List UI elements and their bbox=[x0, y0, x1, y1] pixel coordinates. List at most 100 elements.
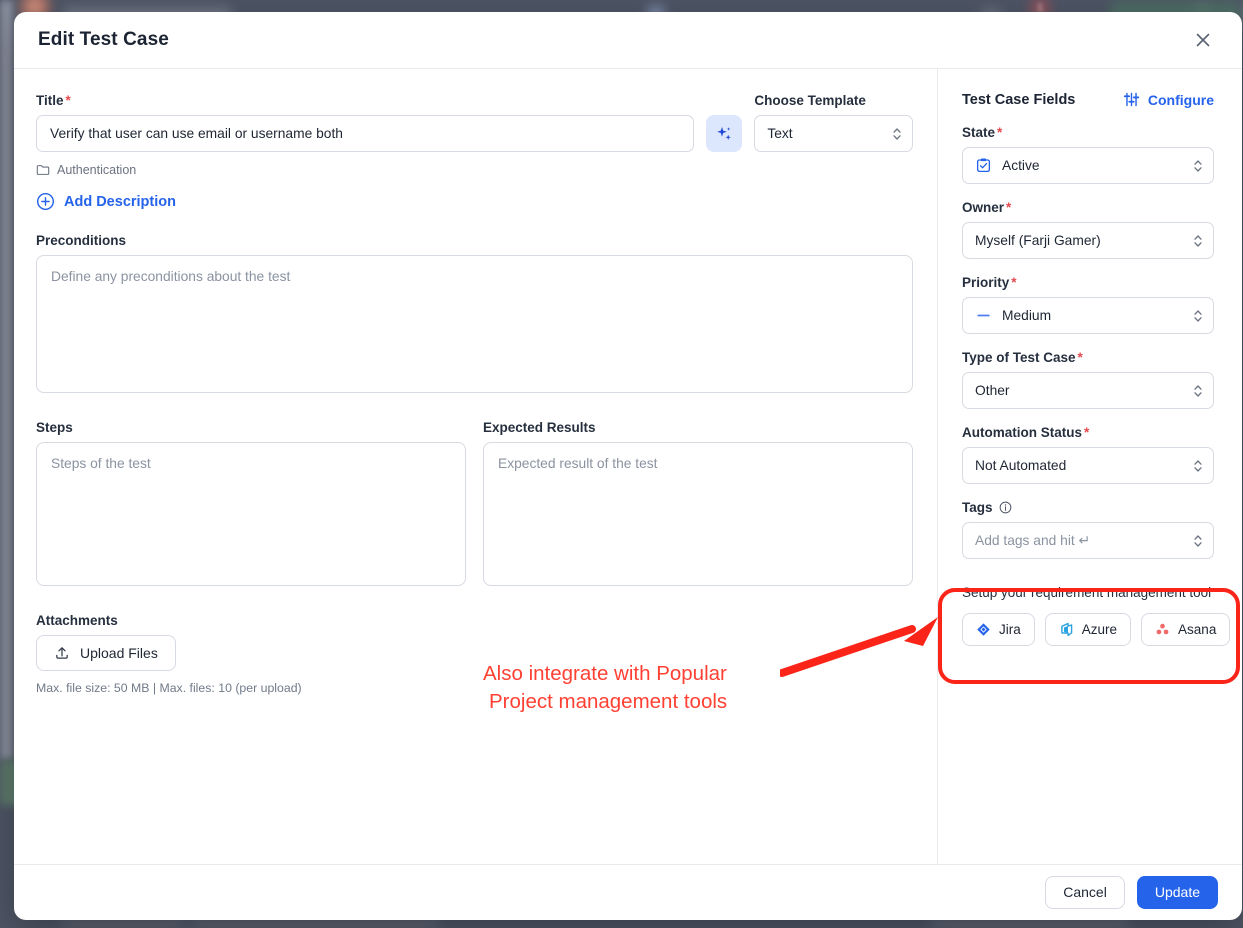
template-select-wrap: Text bbox=[754, 115, 913, 152]
plus-circle-icon bbox=[36, 192, 55, 211]
upload-files-label: Upload Files bbox=[80, 645, 158, 661]
state-select[interactable]: Active bbox=[962, 147, 1214, 184]
folder-icon bbox=[36, 165, 50, 175]
upload-icon bbox=[56, 647, 68, 659]
steps-label: Steps bbox=[36, 420, 73, 435]
priority-label-text: Priority bbox=[962, 275, 1010, 290]
configure-button[interactable]: Configure bbox=[1123, 91, 1214, 108]
priority-value: Medium bbox=[1002, 308, 1052, 323]
preconditions-label: Preconditions bbox=[36, 233, 127, 248]
required-marker: * bbox=[1077, 350, 1083, 365]
fields-panel-title: Test Case Fields bbox=[962, 91, 1076, 108]
integration-buttons: Jira Azure Asana bbox=[962, 612, 1231, 646]
dialog-body: Title* Choose Template Text bbox=[14, 69, 1242, 864]
tags-label: Tags bbox=[962, 500, 1214, 515]
test-case-fields-pane: Test Case Fields Configure State * Activ… bbox=[938, 69, 1242, 864]
azure-devops-icon bbox=[1060, 622, 1073, 636]
automation-select-wrap: Not Automated bbox=[962, 447, 1214, 484]
required-marker: * bbox=[997, 125, 1003, 140]
page-title: Edit Test Case bbox=[38, 29, 169, 50]
preconditions-input[interactable] bbox=[36, 255, 913, 393]
annotation-line-1: Also integrate with Popular bbox=[483, 662, 727, 685]
priority-field: Priority * Medium bbox=[962, 275, 1214, 334]
automation-value: Not Automated bbox=[975, 458, 1067, 473]
owner-value: Myself (Farji Gamer) bbox=[975, 233, 1101, 248]
azure-integration-button[interactable]: Azure bbox=[1044, 612, 1132, 646]
automation-select[interactable]: Not Automated bbox=[962, 447, 1214, 484]
state-label-text: State bbox=[962, 125, 996, 140]
info-icon bbox=[999, 501, 1011, 514]
automation-label-text: Automation Status bbox=[962, 425, 1082, 440]
tags-select-wrap: Add tags and hit ↵ bbox=[962, 522, 1214, 559]
type-label-text: Type of Test Case bbox=[962, 350, 1076, 365]
state-value-group: Active bbox=[975, 157, 1040, 174]
clipboard-check-icon bbox=[976, 158, 991, 173]
template-select[interactable]: Text bbox=[754, 115, 913, 152]
state-value: Active bbox=[1002, 158, 1040, 173]
close-icon[interactable] bbox=[1188, 25, 1218, 55]
type-select-wrap: Other bbox=[962, 372, 1214, 409]
state-field: State * Active bbox=[962, 125, 1214, 184]
type-of-test-case-field: Type of Test Case * Other bbox=[962, 350, 1214, 409]
priority-label: Priority * bbox=[962, 275, 1214, 290]
state-label: State * bbox=[962, 125, 1214, 140]
attachments-label: Attachments bbox=[36, 613, 118, 628]
add-description-label: Add Description bbox=[64, 193, 176, 210]
title-label: Title * bbox=[36, 93, 694, 108]
fields-panel-header: Test Case Fields Configure bbox=[962, 91, 1214, 108]
steps-group: Steps bbox=[36, 420, 466, 591]
asana-integration-button[interactable]: Asana bbox=[1141, 612, 1231, 646]
asana-label: Asana bbox=[1178, 621, 1217, 637]
requirement-tool-integrations: Setup your requirement management tool J… bbox=[962, 575, 1231, 652]
type-label: Type of Test Case * bbox=[962, 350, 1214, 365]
priority-select[interactable]: Medium bbox=[962, 297, 1214, 334]
required-marker: * bbox=[1006, 200, 1012, 215]
main-form-pane: Title* Choose Template Text bbox=[14, 69, 938, 864]
template-label: Choose Template bbox=[754, 93, 866, 108]
priority-select-wrap: Medium bbox=[962, 297, 1214, 334]
edit-test-case-dialog: Edit Test Case Title * Verify that user … bbox=[14, 12, 1242, 920]
upload-files-button[interactable]: Upload Files bbox=[36, 635, 176, 671]
required-marker: * bbox=[1011, 275, 1017, 290]
steps-input[interactable] bbox=[36, 442, 466, 586]
sparkles-icon bbox=[717, 126, 732, 140]
expected-results-input[interactable] bbox=[483, 442, 913, 586]
dash-icon bbox=[977, 314, 990, 317]
jira-label: Jira bbox=[999, 621, 1021, 637]
title-input[interactable] bbox=[36, 115, 694, 152]
automation-label: Automation Status * bbox=[962, 425, 1214, 440]
annotation-text: Also integrate with Popular Project mana… bbox=[483, 660, 727, 717]
type-select[interactable]: Other bbox=[962, 372, 1214, 409]
state-select-wrap: Active bbox=[962, 147, 1214, 184]
add-description-button[interactable]: Add Description bbox=[36, 192, 176, 211]
annotation-line-2: Project management tools bbox=[489, 690, 728, 714]
configure-label: Configure bbox=[1147, 91, 1214, 108]
template-field-group: Choose Template Text bbox=[754, 93, 913, 152]
owner-select[interactable]: Myself (Farji Gamer) bbox=[962, 222, 1214, 259]
sliders-icon bbox=[1123, 92, 1140, 107]
dialog-footer: Cancel Update bbox=[14, 864, 1242, 919]
cancel-button[interactable]: Cancel bbox=[1045, 875, 1125, 909]
owner-select-wrap: Myself (Farji Gamer) bbox=[962, 222, 1214, 259]
owner-field: Owner * Myself (Farji Gamer) bbox=[962, 200, 1214, 259]
template-select-value: Text bbox=[767, 126, 793, 141]
update-button[interactable]: Update bbox=[1136, 875, 1218, 909]
title-label-text: Title bbox=[36, 93, 64, 108]
tags-field: Tags Add tags and hit ↵ bbox=[962, 500, 1214, 559]
priority-value-group: Medium bbox=[975, 307, 1051, 324]
preconditions-group: Preconditions bbox=[36, 233, 913, 398]
title-and-template-row: Title* Choose Template Text bbox=[36, 93, 913, 152]
required-marker: * bbox=[65, 93, 71, 108]
owner-label: Owner * bbox=[962, 200, 1214, 215]
owner-label-text: Owner bbox=[962, 200, 1005, 215]
jira-integration-button[interactable]: Jira bbox=[962, 612, 1035, 646]
attachments-group: Attachments Upload Files Max. file size:… bbox=[36, 613, 913, 695]
title-field-group: Title * bbox=[36, 93, 694, 152]
integrations-heading: Setup your requirement management tool bbox=[962, 585, 1212, 600]
tags-input[interactable]: Add tags and hit ↵ bbox=[962, 522, 1214, 559]
asana-icon bbox=[1156, 623, 1169, 634]
type-value: Other bbox=[975, 383, 1010, 398]
background-sidebar bbox=[0, 0, 13, 760]
ai-generate-button[interactable] bbox=[706, 115, 743, 152]
automation-status-field: Automation Status * Not Automated bbox=[962, 425, 1214, 484]
